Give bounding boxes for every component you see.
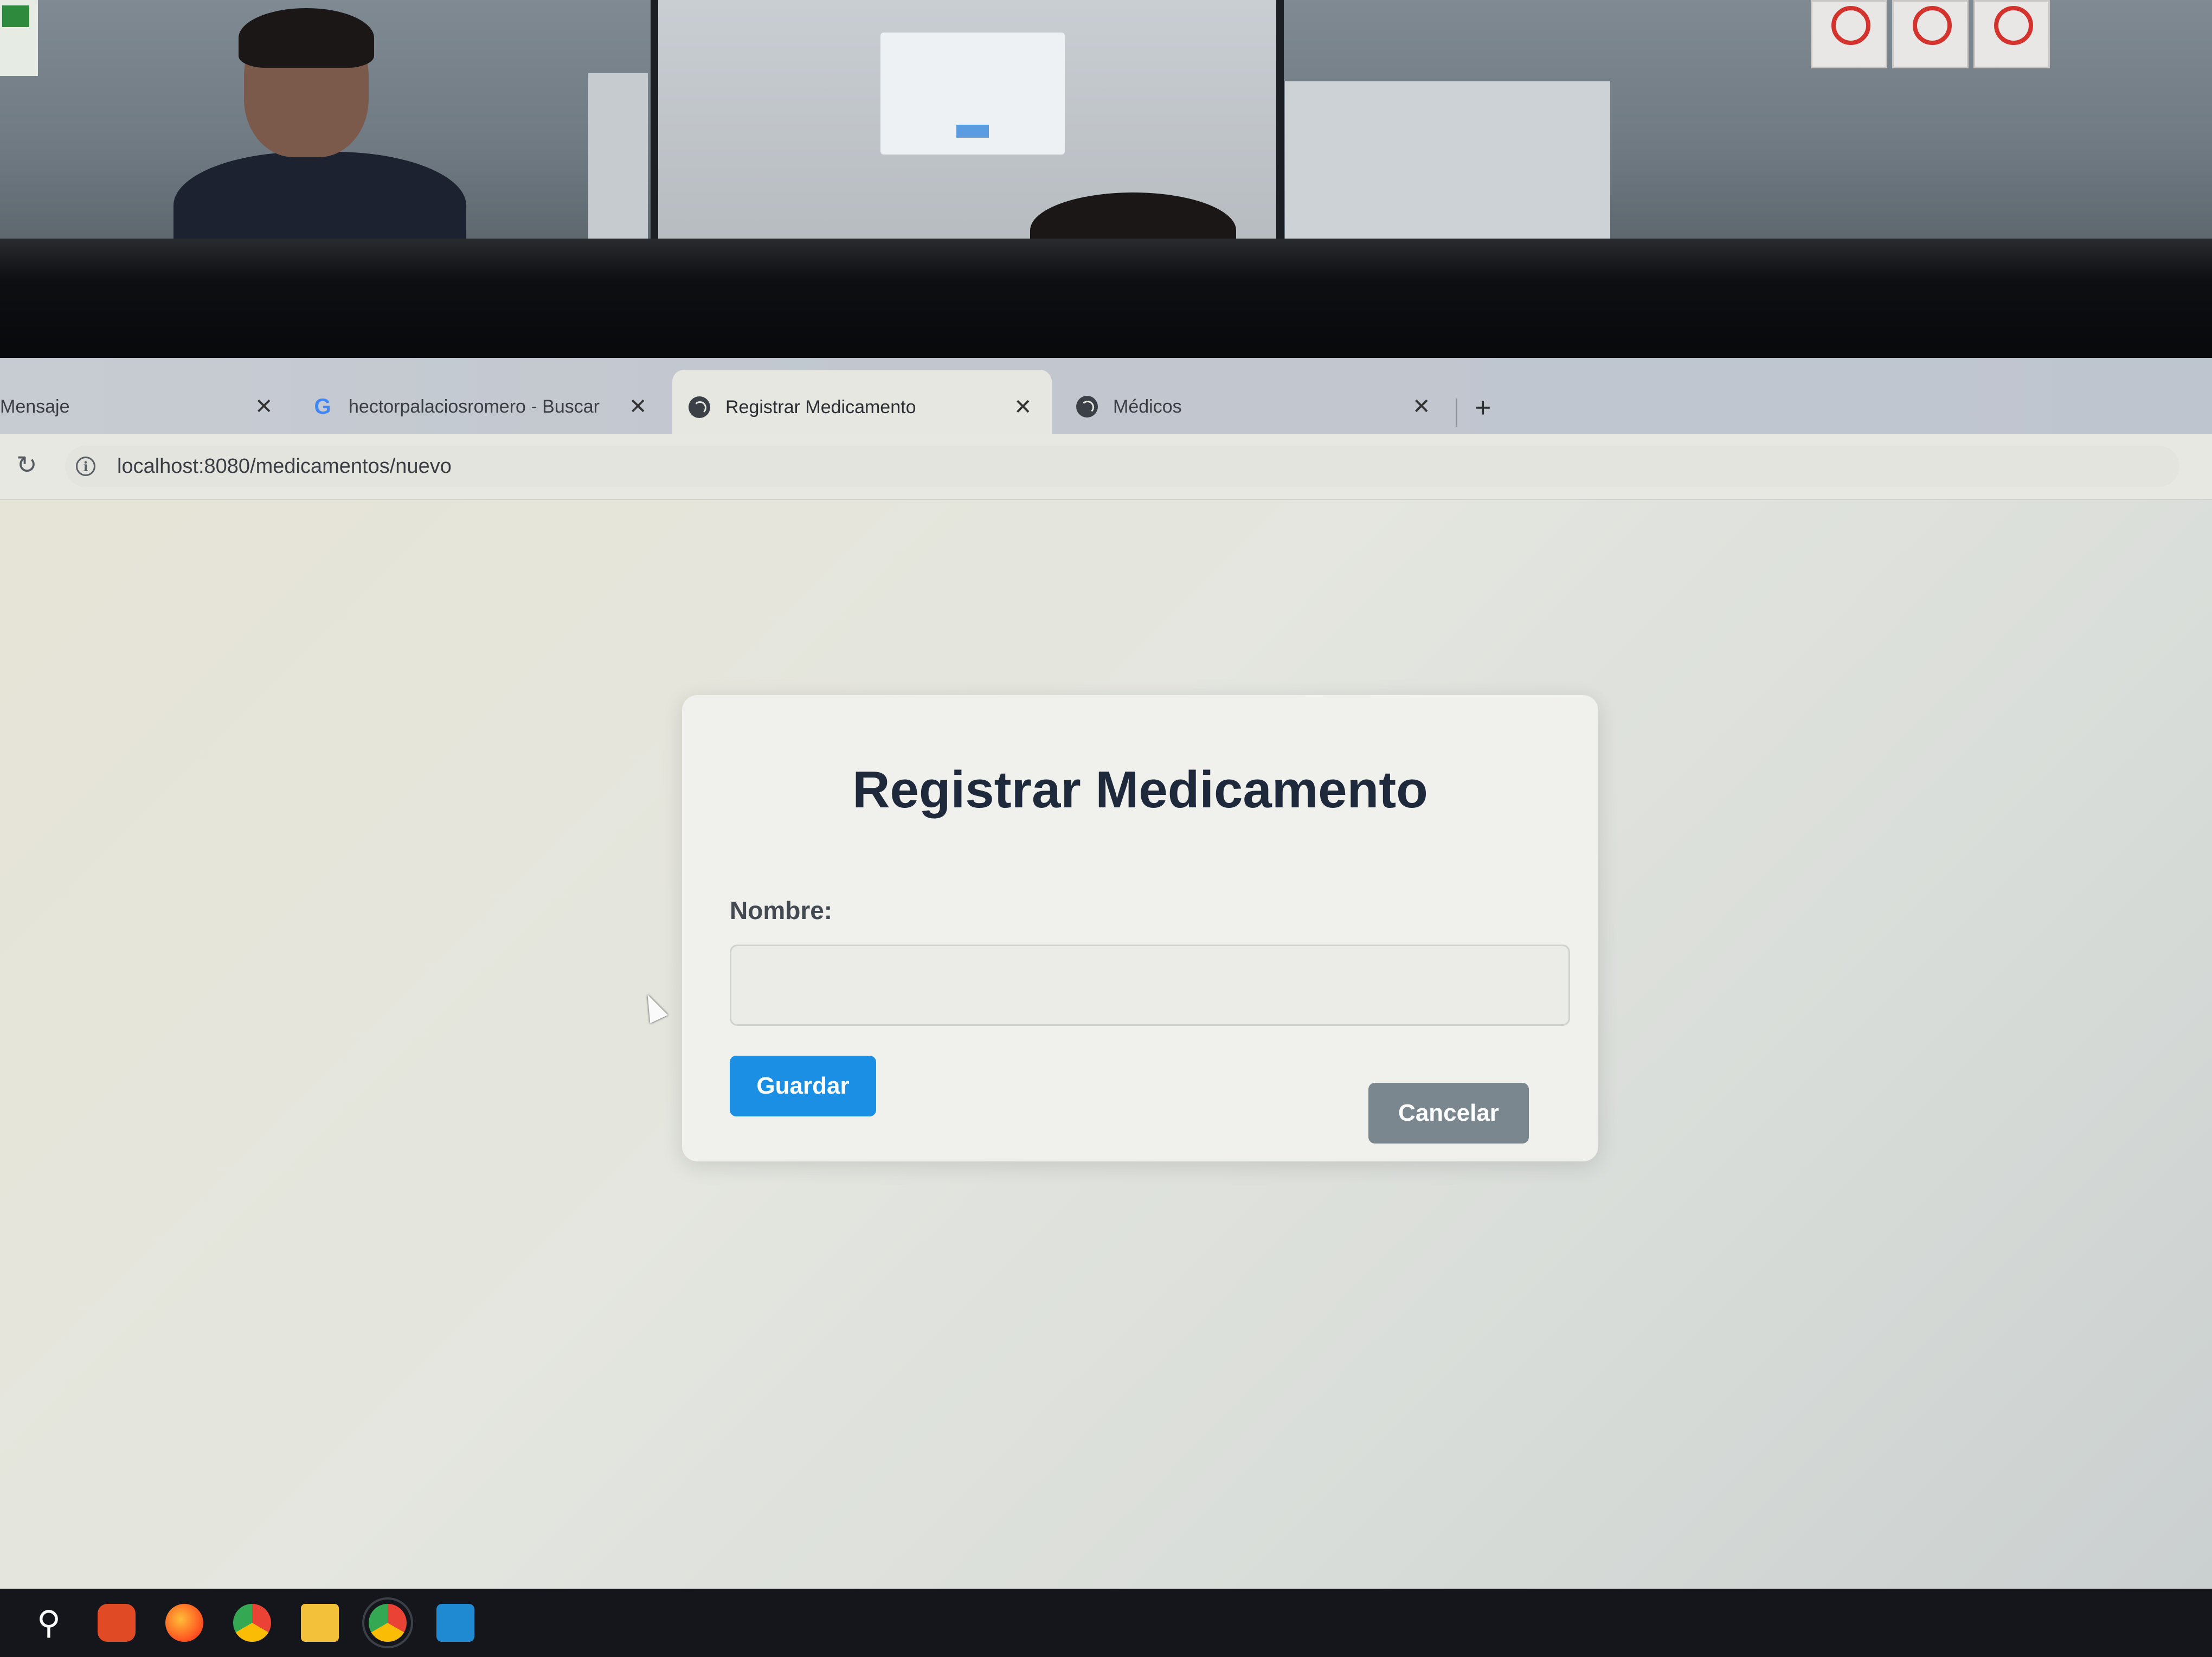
- reload-icon[interactable]: ↻: [16, 450, 37, 479]
- save-button[interactable]: Guardar: [730, 1056, 876, 1116]
- tab-title: hectorpalaciosromero - Buscar: [349, 396, 600, 417]
- tab-mensaje[interactable]: Mensaje ✕: [0, 369, 282, 445]
- globe-icon: [689, 396, 710, 418]
- brave-icon[interactable]: [98, 1604, 136, 1642]
- close-icon[interactable]: ✕: [255, 394, 273, 419]
- tab-title: Mensaje: [0, 396, 70, 417]
- page-content: Registrar Medicamento Nombre: Guardar Ca…: [0, 500, 2212, 1657]
- room-background: [0, 0, 2212, 247]
- wall-panel: [588, 73, 648, 241]
- tab-title: Médicos: [1113, 396, 1182, 417]
- nombre-input[interactable]: [730, 945, 1570, 1026]
- search-icon[interactable]: ⚲: [30, 1604, 68, 1642]
- vscode-icon[interactable]: [436, 1604, 474, 1642]
- new-tab-button[interactable]: +: [1475, 391, 1491, 424]
- whiteboard: [1285, 81, 1610, 244]
- address-bar[interactable]: i localhost:8080/medicamentos/nuevo: [65, 446, 2179, 487]
- taskbar: ⚲: [0, 1589, 2212, 1657]
- close-icon[interactable]: ✕: [1014, 395, 1032, 420]
- url-text[interactable]: localhost:8080/medicamentos/nuevo: [117, 455, 452, 478]
- chrome-icon[interactable]: [233, 1604, 271, 1642]
- tab-title: Registrar Medicamento: [725, 396, 916, 418]
- nombre-label: Nombre:: [730, 896, 833, 924]
- chrome-icon[interactable]: [362, 1597, 413, 1648]
- page-title: Registrar Medicamento: [852, 761, 1428, 819]
- form-card: Registrar Medicamento Nombre: Guardar Ca…: [682, 695, 1598, 1161]
- exit-sign: [0, 0, 38, 76]
- browser-toolbar: ↻ i localhost:8080/medicamentos/nuevo: [0, 434, 2212, 500]
- browser-window: Mensaje ✕ G hectorpalaciosromero - Busca…: [0, 358, 2212, 1657]
- mouse-cursor-icon: [639, 990, 668, 1024]
- cancel-button[interactable]: Cancelar: [1368, 1083, 1529, 1144]
- file-explorer-icon[interactable]: [301, 1604, 339, 1642]
- person: [173, 8, 466, 247]
- monitor-bezel: [0, 239, 2212, 374]
- info-icon[interactable]: i: [76, 457, 95, 476]
- close-icon[interactable]: ✕: [1412, 394, 1431, 419]
- prohibition-signs: [1811, 0, 2055, 68]
- firefox-icon[interactable]: [165, 1604, 203, 1642]
- tab-separator: [1456, 399, 1457, 427]
- close-icon[interactable]: ✕: [629, 394, 647, 419]
- tab-google-search[interactable]: G hectorpalaciosromero - Buscar ✕: [312, 369, 653, 445]
- globe-icon: [1076, 396, 1098, 418]
- tab-medicos[interactable]: Médicos ✕: [1071, 369, 1450, 445]
- tab-strip: Mensaje ✕ G hectorpalaciosromero - Busca…: [0, 358, 2212, 445]
- google-icon: G: [314, 394, 331, 419]
